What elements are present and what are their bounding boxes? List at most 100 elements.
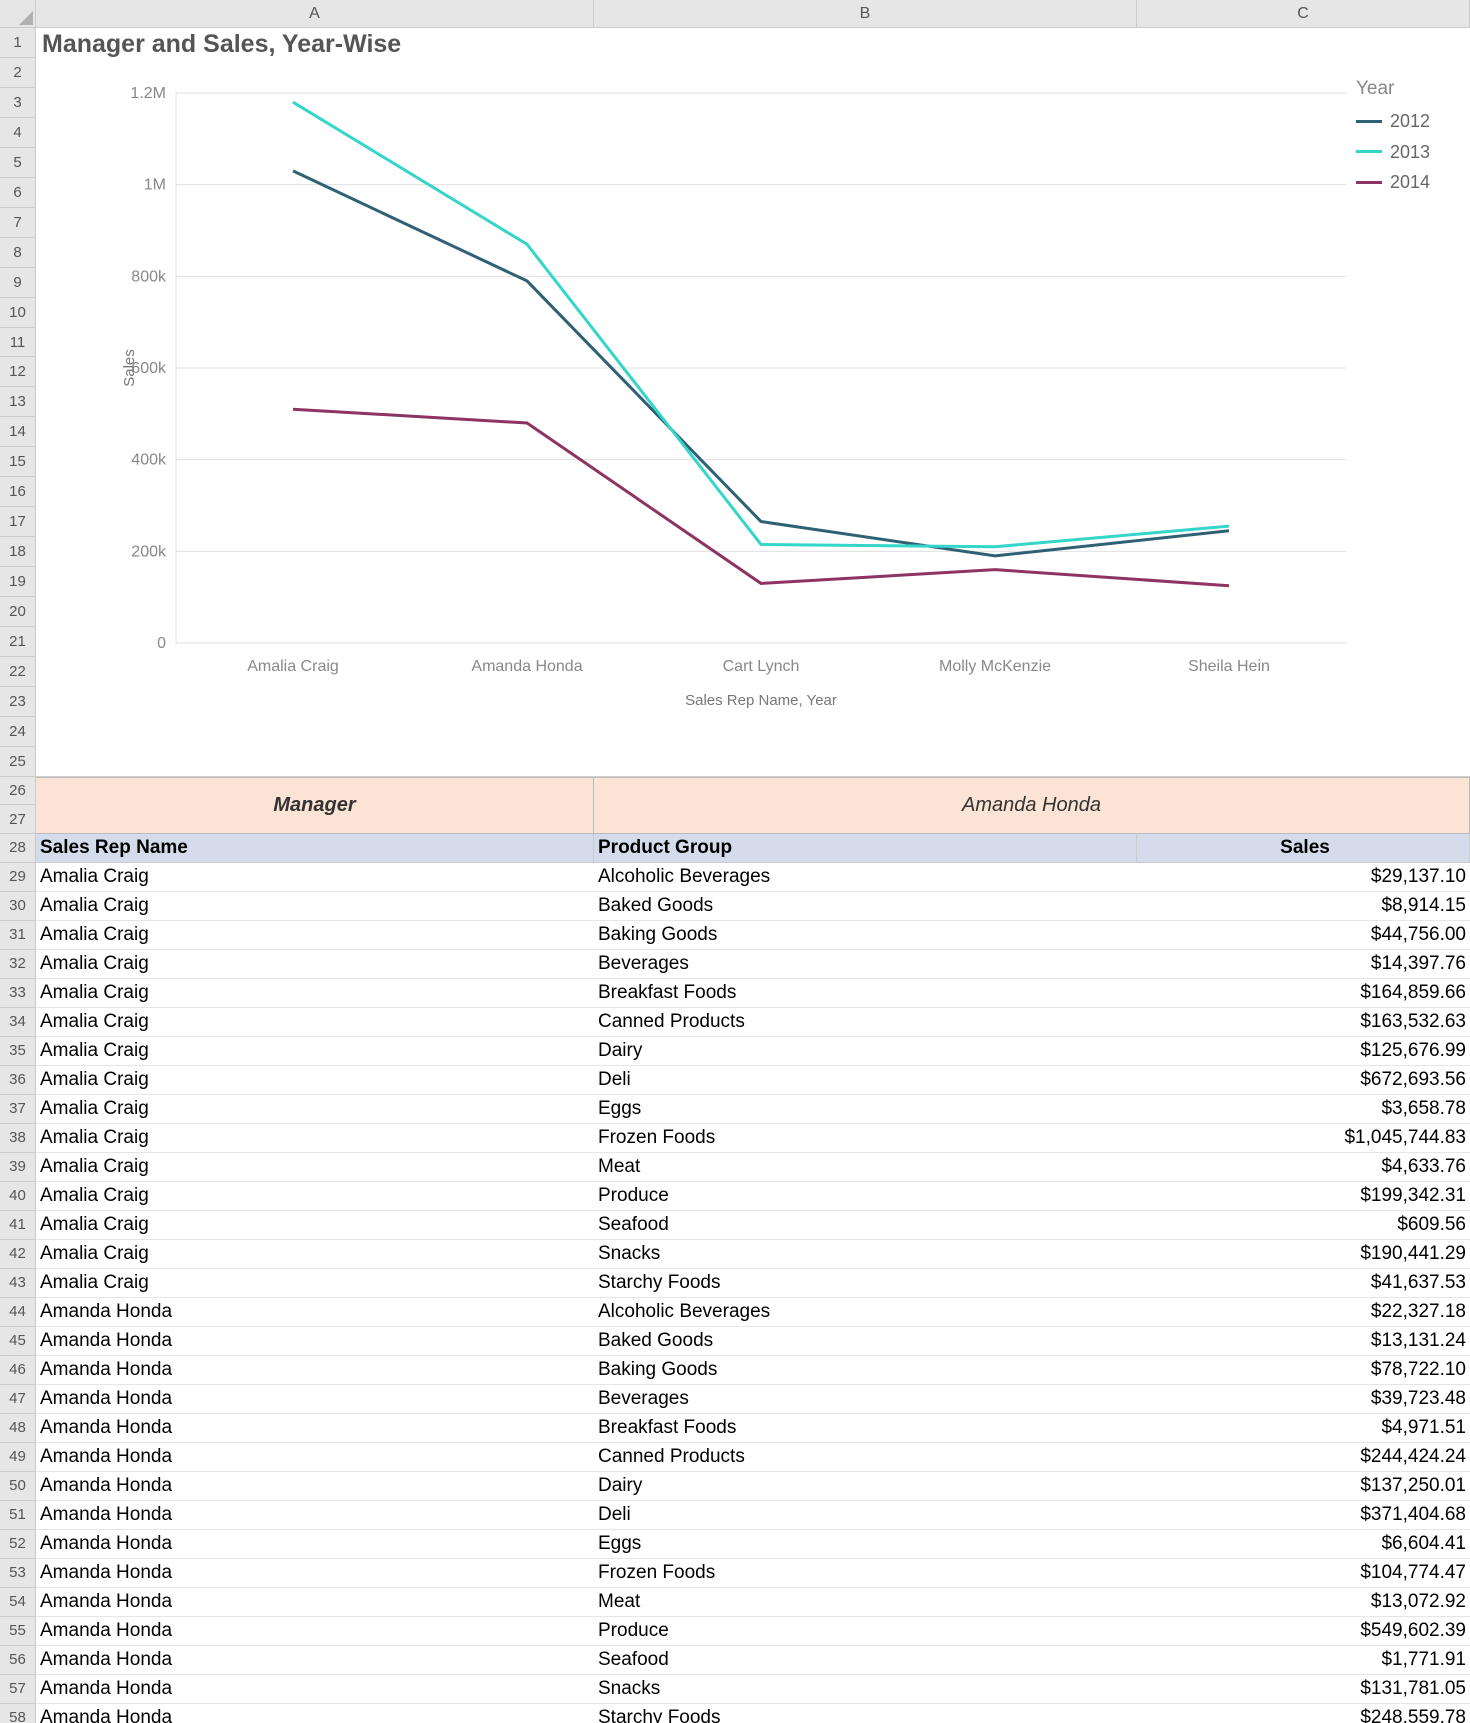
table-row[interactable]: Amalia CraigDairy$125,676.99: [36, 1037, 1470, 1066]
column-header-a[interactable]: A: [36, 0, 594, 27]
row-header[interactable]: 11: [0, 328, 35, 358]
row-header[interactable]: 53: [0, 1559, 35, 1588]
cell-group[interactable]: Produce: [594, 1182, 1137, 1210]
cell-group[interactable]: Dairy: [594, 1472, 1137, 1500]
cell-group[interactable]: Produce: [594, 1617, 1137, 1645]
cell-group[interactable]: Dairy: [594, 1037, 1137, 1065]
row-header[interactable]: 18: [0, 537, 35, 567]
table-row[interactable]: Amalia CraigBeverages$14,397.76: [36, 950, 1470, 979]
row-header[interactable]: 43: [0, 1269, 35, 1298]
table-row[interactable]: Amanda HondaDeli$371,404.68: [36, 1501, 1470, 1530]
cell-sales[interactable]: $1,771.91: [1137, 1646, 1470, 1674]
row-header[interactable]: 47: [0, 1385, 35, 1414]
table-row[interactable]: Amanda HondaEggs$6,604.41: [36, 1530, 1470, 1559]
table-row[interactable]: Amalia CraigBreakfast Foods$164,859.66: [36, 979, 1470, 1008]
table-row[interactable]: Amalia CraigSeafood$609.56: [36, 1211, 1470, 1240]
table-row[interactable]: Amalia CraigStarchy Foods$41,637.53: [36, 1269, 1470, 1298]
row-header[interactable]: 34: [0, 1008, 35, 1037]
cell-group[interactable]: Starchy Foods: [594, 1704, 1137, 1723]
table-row[interactable]: Amalia CraigBaked Goods$8,914.15: [36, 892, 1470, 921]
cell-rep[interactable]: Amanda Honda: [36, 1501, 594, 1529]
cell-group[interactable]: Deli: [594, 1066, 1137, 1094]
cell-sales[interactable]: $4,633.76: [1137, 1153, 1470, 1181]
cell-sales[interactable]: $125,676.99: [1137, 1037, 1470, 1065]
cell-rep[interactable]: Amalia Craig: [36, 1095, 594, 1123]
row-header[interactable]: 33: [0, 979, 35, 1008]
cell-sales[interactable]: $190,441.29: [1137, 1240, 1470, 1268]
row-header[interactable]: 44: [0, 1298, 35, 1327]
cell-sales[interactable]: $248,559.78: [1137, 1704, 1470, 1723]
table-row[interactable]: Amalia CraigSnacks$190,441.29: [36, 1240, 1470, 1269]
cell-rep[interactable]: Amalia Craig: [36, 950, 594, 978]
cell-sales[interactable]: $199,342.31: [1137, 1182, 1470, 1210]
table-row[interactable]: Amalia CraigMeat$4,633.76: [36, 1153, 1470, 1182]
cell-sales[interactable]: $6,604.41: [1137, 1530, 1470, 1558]
row-header[interactable]: 48: [0, 1414, 35, 1443]
cell-rep[interactable]: Amanda Honda: [36, 1704, 594, 1723]
cell-rep[interactable]: Amalia Craig: [36, 1008, 594, 1036]
cell-sales[interactable]: $14,397.76: [1137, 950, 1470, 978]
table-row[interactable]: Amanda HondaBreakfast Foods$4,971.51: [36, 1414, 1470, 1443]
cell-group[interactable]: Seafood: [594, 1646, 1137, 1674]
row-header[interactable]: 40: [0, 1182, 35, 1211]
cell-sales[interactable]: $672,693.56: [1137, 1066, 1470, 1094]
cell-rep[interactable]: Amalia Craig: [36, 979, 594, 1007]
table-row[interactable]: Amanda HondaCanned Products$244,424.24: [36, 1443, 1470, 1472]
cell-group[interactable]: Canned Products: [594, 1443, 1137, 1471]
row-header[interactable]: 16: [0, 477, 35, 507]
cell-sales[interactable]: $4,971.51: [1137, 1414, 1470, 1442]
cell-group[interactable]: Starchy Foods: [594, 1269, 1137, 1297]
row-header[interactable]: 19: [0, 567, 35, 597]
row-header[interactable]: 36: [0, 1066, 35, 1095]
cell-sales[interactable]: $609.56: [1137, 1211, 1470, 1239]
table-row[interactable]: Amanda HondaAlcoholic Beverages$22,327.1…: [36, 1298, 1470, 1327]
table-row[interactable]: Amalia CraigProduce$199,342.31: [36, 1182, 1470, 1211]
row-header[interactable]: 38: [0, 1124, 35, 1153]
cell-rep[interactable]: Amanda Honda: [36, 1298, 594, 1326]
row-header[interactable]: 35: [0, 1037, 35, 1066]
cell-sales[interactable]: $1,045,744.83: [1137, 1124, 1470, 1152]
row-header[interactable]: 52: [0, 1530, 35, 1559]
cell-rep[interactable]: Amanda Honda: [36, 1356, 594, 1384]
table-row[interactable]: Amalia CraigFrozen Foods$1,045,744.83: [36, 1124, 1470, 1153]
legend-item[interactable]: 2013: [1356, 137, 1430, 168]
row-header[interactable]: 42: [0, 1240, 35, 1269]
cell-rep[interactable]: Amanda Honda: [36, 1530, 594, 1558]
column-header-b[interactable]: B: [594, 0, 1137, 27]
cell-rep[interactable]: Amanda Honda: [36, 1675, 594, 1703]
row-header[interactable]: 29: [0, 863, 35, 892]
row-header[interactable]: 3: [0, 88, 35, 118]
cell-rep[interactable]: Amanda Honda: [36, 1327, 594, 1355]
row-header[interactable]: 5: [0, 148, 35, 178]
cell-sales[interactable]: $3,658.78: [1137, 1095, 1470, 1123]
cell-rep[interactable]: Amalia Craig: [36, 892, 594, 920]
row-header[interactable]: 30: [0, 892, 35, 921]
row-header[interactable]: 56: [0, 1646, 35, 1675]
row-header[interactable]: 31: [0, 921, 35, 950]
cell-sales[interactable]: $371,404.68: [1137, 1501, 1470, 1529]
table-row[interactable]: Amalia CraigEggs$3,658.78: [36, 1095, 1470, 1124]
row-header[interactable]: 27: [0, 805, 35, 834]
cell-sales[interactable]: $163,532.63: [1137, 1008, 1470, 1036]
row-header[interactable]: 17: [0, 507, 35, 537]
cell-sales[interactable]: $78,722.10: [1137, 1356, 1470, 1384]
row-header[interactable]: 21: [0, 627, 35, 657]
row-header[interactable]: 32: [0, 950, 35, 979]
row-header[interactable]: 50: [0, 1472, 35, 1501]
cell-sales[interactable]: $549,602.39: [1137, 1617, 1470, 1645]
row-header[interactable]: 46: [0, 1356, 35, 1385]
row-header[interactable]: 39: [0, 1153, 35, 1182]
table-row[interactable]: Amanda HondaStarchy Foods$248,559.78: [36, 1704, 1470, 1723]
cell-rep[interactable]: Amalia Craig: [36, 1153, 594, 1181]
cell-rep[interactable]: Amanda Honda: [36, 1414, 594, 1442]
cell-rep[interactable]: Amalia Craig: [36, 1037, 594, 1065]
cell-sales[interactable]: $44,756.00: [1137, 921, 1470, 949]
cell-group[interactable]: Snacks: [594, 1675, 1137, 1703]
row-header[interactable]: 58: [0, 1704, 35, 1723]
th-sales[interactable]: Sales: [1137, 834, 1470, 862]
cell-sales[interactable]: $39,723.48: [1137, 1385, 1470, 1413]
cell-rep[interactable]: Amanda Honda: [36, 1443, 594, 1471]
row-header[interactable]: 12: [0, 357, 35, 387]
row-header[interactable]: 10: [0, 298, 35, 328]
cell-group[interactable]: Snacks: [594, 1240, 1137, 1268]
